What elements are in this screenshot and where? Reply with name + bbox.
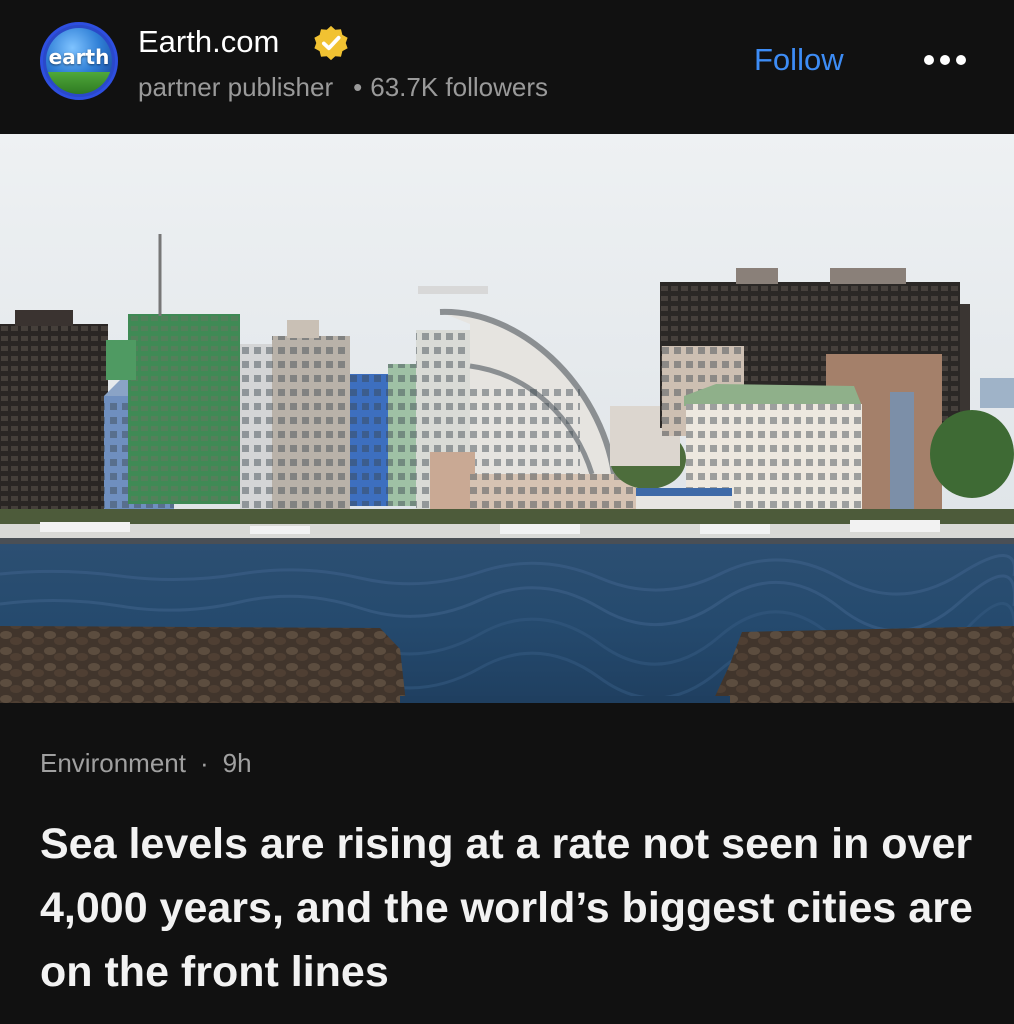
publisher-type: partner publisher (138, 72, 334, 102)
separator-dot: · (199, 748, 209, 778)
article-age: 9h (222, 748, 252, 778)
verified-badge-icon (314, 25, 348, 61)
publisher-name[interactable]: Earth.com (138, 24, 279, 60)
publisher-header: earth Earth.com partner publisher • 63.7K … (0, 0, 1014, 134)
more-options-icon[interactable] (920, 50, 970, 70)
follow-button[interactable]: Follow (754, 42, 844, 78)
avatar-logo-text: earth (48, 45, 110, 69)
article-photo[interactable] (0, 134, 1014, 703)
separator-dot: • (353, 72, 363, 102)
article-meta: Environment · 9h (40, 748, 252, 779)
article-category[interactable]: Environment (40, 748, 186, 778)
follower-count: 63.7K followers (370, 72, 548, 102)
article-headline[interactable]: Sea levels are rising at a rate not seen… (40, 812, 990, 1004)
publisher-avatar[interactable]: earth (40, 22, 118, 100)
publisher-subtitle: partner publisher • 63.7K followers (138, 72, 548, 103)
